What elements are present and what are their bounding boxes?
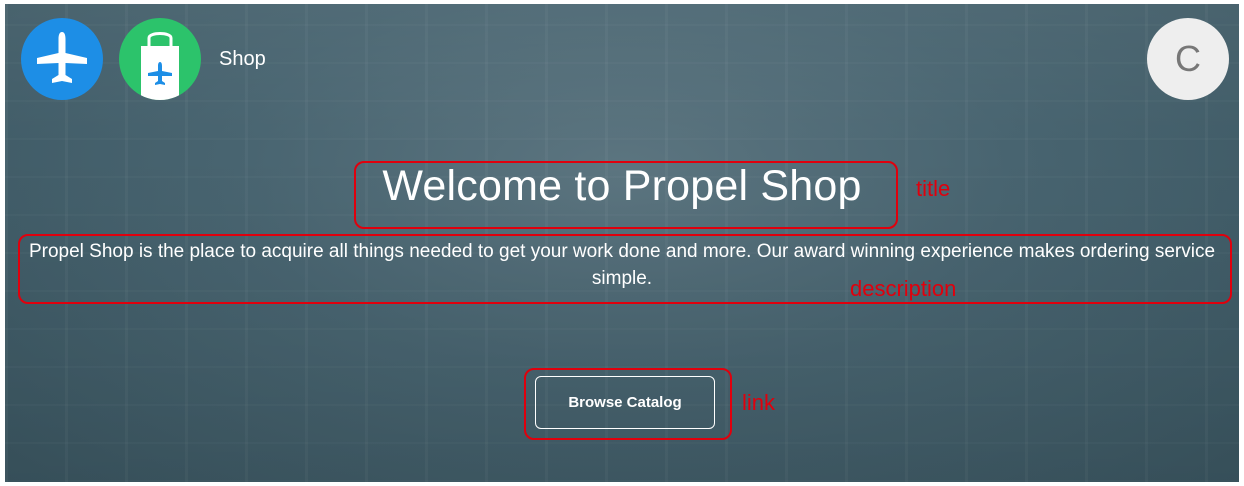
shopping-bag-icon: [141, 32, 179, 100]
app-title[interactable]: Shop: [219, 48, 266, 71]
description-annotation-label: description: [850, 276, 957, 301]
title-annotation-box: [354, 161, 898, 229]
shop-app-icon[interactable]: [119, 18, 201, 100]
description-annotation-box: [18, 234, 1232, 304]
link-annotation-box: [524, 368, 732, 440]
airplane-app-icon[interactable]: [21, 18, 103, 100]
airplane-icon: [37, 32, 87, 83]
title-annotation-label: title: [916, 176, 951, 201]
user-avatar[interactable]: C: [1147, 18, 1229, 100]
link-annotation-label: link: [742, 390, 776, 415]
